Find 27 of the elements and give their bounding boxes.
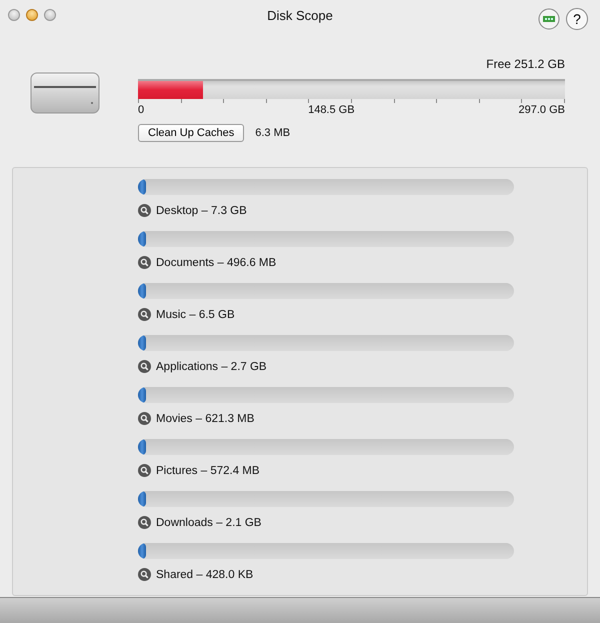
search-icon[interactable] bbox=[138, 464, 151, 478]
help-button[interactable]: ? bbox=[566, 8, 588, 30]
search-icon[interactable] bbox=[138, 308, 151, 322]
scale-label: 0 bbox=[138, 104, 144, 116]
folder-label: Movies – 621.3 MB bbox=[156, 412, 254, 425]
search-icon[interactable] bbox=[138, 360, 151, 374]
search-icon[interactable] bbox=[138, 516, 151, 530]
folder-label: Pictures – 572.4 MB bbox=[156, 464, 260, 477]
window-title: Disk Scope bbox=[267, 8, 333, 22]
cache-size-label: 6.3 MB bbox=[255, 127, 290, 139]
scale-label: 297.0 GB bbox=[518, 104, 565, 116]
search-icon[interactable] bbox=[138, 204, 151, 218]
search-icon[interactable] bbox=[138, 412, 151, 426]
folder-label: Applications – 2.7 GB bbox=[156, 360, 267, 373]
computer-icon bbox=[30, 72, 100, 114]
minimize-button[interactable] bbox=[26, 9, 38, 21]
memory-icon[interactable] bbox=[538, 8, 560, 30]
folder-label: Documents – 496.6 MB bbox=[156, 256, 276, 269]
search-icon[interactable] bbox=[138, 256, 151, 270]
free-space-label: Free 251.2 GB bbox=[486, 57, 565, 71]
scale-label: 148.5 GB bbox=[308, 104, 355, 116]
folder-label: Shared – 428.0 KB bbox=[156, 568, 254, 581]
clean-up-caches-button[interactable]: Clean Up Caches bbox=[138, 124, 244, 142]
folder-label: Downloads – 2.1 GB bbox=[156, 516, 262, 529]
folder-label: Desktop – 7.3 GB bbox=[156, 204, 247, 217]
folder-label: Music – 6.5 GB bbox=[156, 308, 235, 321]
search-icon[interactable] bbox=[138, 568, 151, 582]
